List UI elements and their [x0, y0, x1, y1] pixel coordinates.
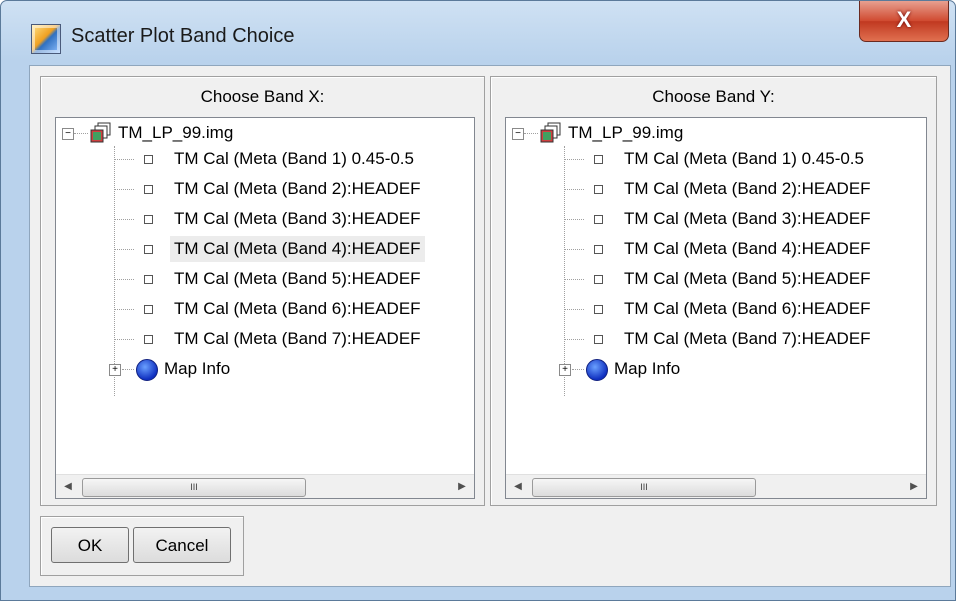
expand-icon[interactable]: +	[109, 364, 121, 376]
tree-root-label: TM_LP_99.img	[568, 123, 684, 142]
ok-button[interactable]: OK	[51, 527, 129, 563]
tree-band-item[interactable]: TM Cal (Meta (Band 4):HEADEF	[56, 236, 474, 262]
band-leaf-icon	[144, 245, 153, 254]
title-bar[interactable]: Scatter Plot Band Choice X	[1, 1, 955, 73]
collapse-icon[interactable]: −	[512, 128, 524, 140]
tree-map-info-node[interactable]: + Map Info	[56, 356, 474, 382]
tree-band-item[interactable]: TM Cal (Meta (Band 1) 0.45-0.5	[506, 146, 926, 172]
band-leaf-icon	[144, 305, 153, 314]
globe-icon	[136, 359, 158, 381]
tree-band-item[interactable]: TM Cal (Meta (Band 5):HEADEF	[56, 266, 474, 292]
scroll-thumb[interactable]: III	[532, 478, 756, 497]
tree-map-info-node[interactable]: + Map Info	[506, 356, 926, 382]
band-label: TM Cal (Meta (Band 6):HEADEF	[174, 299, 421, 318]
collapse-icon[interactable]: −	[62, 128, 74, 140]
band-leaf-icon	[594, 155, 603, 164]
band-label: TM Cal (Meta (Band 5):HEADEF	[174, 269, 421, 288]
dialog-window: Scatter Plot Band Choice X Choose Band X…	[0, 0, 956, 601]
scroll-right-icon[interactable]: ▶	[902, 475, 926, 498]
band-leaf-icon	[594, 335, 603, 344]
scatter-plot-app-icon	[31, 24, 61, 54]
map-info-label: Map Info	[164, 359, 231, 378]
band-leaf-icon	[144, 185, 153, 194]
band-x-title: Choose Band X:	[200, 87, 325, 106]
tree-band-item[interactable]: TM Cal (Meta (Band 7):HEADEF	[56, 326, 474, 352]
globe-icon	[586, 359, 608, 381]
tree-band-item[interactable]: TM Cal (Meta (Band 6):HEADEF	[56, 296, 474, 322]
band-label: TM Cal (Meta (Band 2):HEADEF	[624, 179, 871, 198]
band-label: TM Cal (Meta (Band 5):HEADEF	[624, 269, 871, 288]
tree-band-item[interactable]: TM Cal (Meta (Band 6):HEADEF	[506, 296, 926, 322]
band-label-selected: TM Cal (Meta (Band 4):HEADEF	[170, 236, 425, 262]
band-label: TM Cal (Meta (Band 3):HEADEF	[624, 209, 871, 228]
scroll-left-icon[interactable]: ◀	[56, 475, 80, 498]
band-x-group: Choose Band X: − TM_LP_99.img TM Cal (Me…	[40, 76, 485, 506]
image-stack-icon	[540, 122, 561, 143]
band-label: TM Cal (Meta (Band 7):HEADEF	[174, 329, 421, 348]
tree-band-item[interactable]: TM Cal (Meta (Band 3):HEADEF	[56, 206, 474, 232]
scroll-thumb[interactable]: III	[82, 478, 306, 497]
band-label: TM Cal (Meta (Band 1) 0.45-0.5	[174, 149, 414, 168]
band-leaf-icon	[594, 185, 603, 194]
band-label: TM Cal (Meta (Band 6):HEADEF	[624, 299, 871, 318]
button-group: OK Cancel	[40, 516, 244, 576]
band-label: TM Cal (Meta (Band 4):HEADEF	[624, 239, 871, 258]
tree-band-item[interactable]: TM Cal (Meta (Band 3):HEADEF	[506, 206, 926, 232]
tree-band-item[interactable]: TM Cal (Meta (Band 2):HEADEF	[506, 176, 926, 202]
band-y-title: Choose Band Y:	[652, 87, 775, 106]
window-title: Scatter Plot Band Choice	[71, 25, 295, 47]
band-leaf-icon	[144, 275, 153, 284]
close-button[interactable]: X	[859, 1, 949, 42]
tree-band-item[interactable]: TM Cal (Meta (Band 7):HEADEF	[506, 326, 926, 352]
tree-band-item[interactable]: TM Cal (Meta (Band 5):HEADEF	[506, 266, 926, 292]
band-x-tree[interactable]: − TM_LP_99.img TM Cal (Meta (Band 1) 0.4…	[55, 117, 475, 499]
band-leaf-icon	[594, 245, 603, 254]
tree-connector	[74, 133, 88, 134]
scroll-right-icon[interactable]: ▶	[450, 475, 474, 498]
band-label: TM Cal (Meta (Band 7):HEADEF	[624, 329, 871, 348]
band-leaf-icon	[144, 335, 153, 344]
band-leaf-icon	[594, 215, 603, 224]
tree-band-item[interactable]: TM Cal (Meta (Band 4):HEADEF	[506, 236, 926, 262]
band-x-horizontal-scrollbar[interactable]: ◀ III ▶	[56, 474, 474, 498]
tree-band-item[interactable]: TM Cal (Meta (Band 2):HEADEF	[56, 176, 474, 202]
band-y-tree[interactable]: − TM_LP_99.img TM Cal (Meta (Band 1) 0.4…	[505, 117, 927, 499]
band-leaf-icon	[594, 275, 603, 284]
band-leaf-icon	[594, 305, 603, 314]
image-stack-icon	[90, 122, 111, 143]
band-label: TM Cal (Meta (Band 3):HEADEF	[174, 209, 421, 228]
scroll-left-icon[interactable]: ◀	[506, 475, 530, 498]
band-leaf-icon	[144, 215, 153, 224]
cancel-button[interactable]: Cancel	[133, 527, 231, 563]
band-label: TM Cal (Meta (Band 2):HEADEF	[174, 179, 421, 198]
band-y-horizontal-scrollbar[interactable]: ◀ III ▶	[506, 474, 926, 498]
band-y-group: Choose Band Y: − TM_LP_99.img TM Cal (Me…	[490, 76, 937, 506]
tree-root-label: TM_LP_99.img	[118, 123, 234, 142]
map-info-label: Map Info	[614, 359, 681, 378]
expand-icon[interactable]: +	[559, 364, 571, 376]
band-leaf-icon	[144, 155, 153, 164]
band-label: TM Cal (Meta (Band 1) 0.45-0.5	[624, 149, 864, 168]
tree-band-item[interactable]: TM Cal (Meta (Band 1) 0.45-0.5	[56, 146, 474, 172]
dialog-client-area: Choose Band X: − TM_LP_99.img TM Cal (Me…	[29, 65, 951, 587]
